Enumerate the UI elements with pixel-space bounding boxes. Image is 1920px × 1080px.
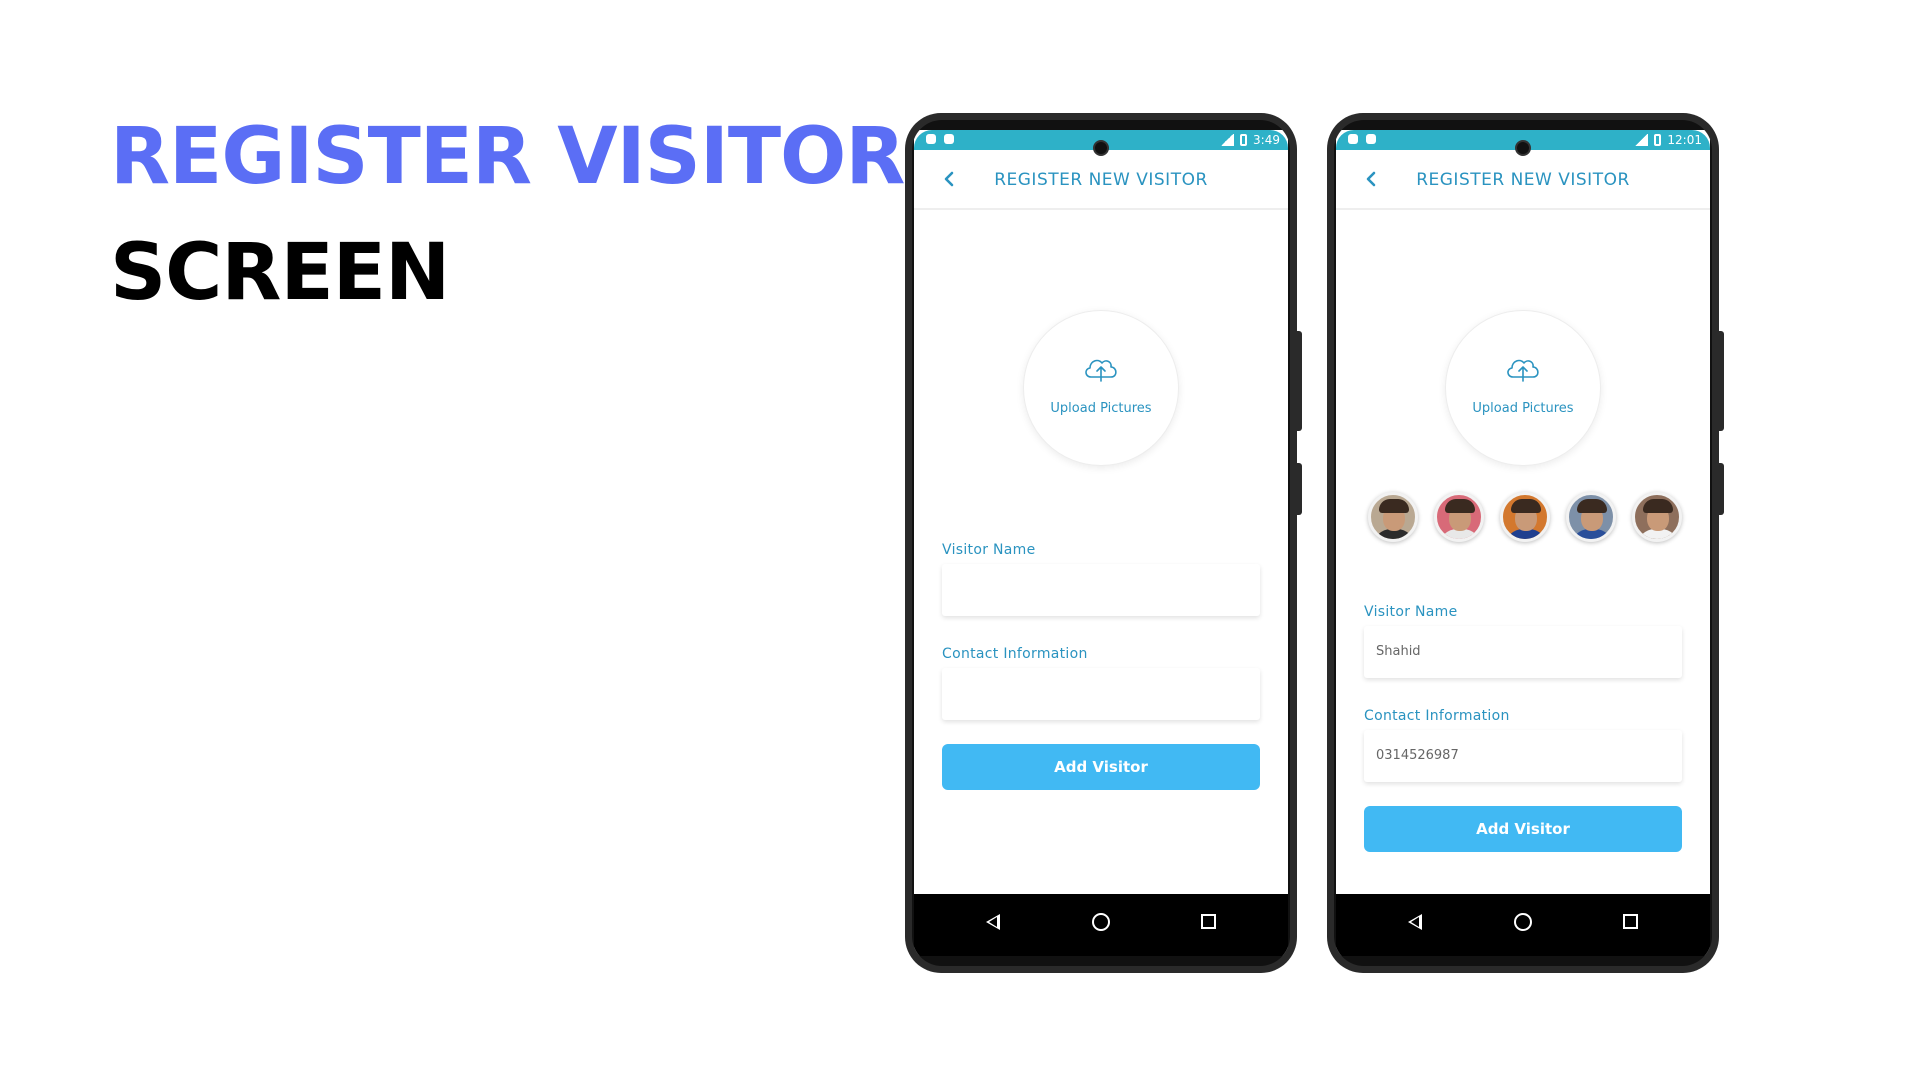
visitor-name-label: Visitor Name (1364, 604, 1458, 620)
signal-icon (1220, 134, 1235, 146)
phone-mockup-empty: 3:49 REGISTER NEW VISITOR Upload Picture… (905, 113, 1302, 973)
triangle-back-icon[interactable] (1408, 914, 1422, 930)
visitor-photo-thumbnail[interactable] (1566, 492, 1616, 542)
add-visitor-button[interactable]: Add Visitor (1364, 806, 1682, 852)
phone-screen: 12:01 REGISTER NEW VISITOR Upload Pictur… (1336, 130, 1710, 956)
square-recent-icon[interactable] (1623, 914, 1638, 929)
visitor-name-label: Visitor Name (942, 542, 1036, 558)
visitor-photo-thumbnail[interactable] (1368, 492, 1418, 542)
visitor-name-input[interactable] (942, 564, 1260, 616)
circle-home-icon[interactable] (1514, 913, 1532, 931)
contact-information-label: Contact Information (1364, 708, 1510, 724)
notification-icon (926, 134, 936, 144)
phone-bezel: 12:01 REGISTER NEW VISITOR Upload Pictur… (1334, 120, 1712, 966)
android-nav-bar (914, 894, 1288, 956)
contact-information-label: Contact Information (942, 646, 1088, 662)
volume-button (1296, 463, 1302, 515)
power-button (1296, 331, 1302, 431)
phone-bezel: 3:49 REGISTER NEW VISITOR Upload Picture… (912, 120, 1290, 966)
visitor-photo-thumbnail[interactable] (1632, 492, 1682, 542)
page-title: REGISTER NEW VISITOR (1416, 170, 1630, 190)
headline-title: REGISTER VISITOR (110, 112, 905, 202)
android-nav-bar (1336, 894, 1710, 956)
upload-pictures-button[interactable]: Upload Pictures (1445, 310, 1601, 466)
volume-button (1718, 463, 1724, 515)
status-time: 3:49 (1253, 133, 1280, 147)
contact-information-input[interactable] (942, 668, 1260, 720)
headline-subtitle: SCREEN (110, 228, 450, 318)
phone-mockup-filled: 12:01 REGISTER NEW VISITOR Upload Pictur… (1327, 113, 1724, 973)
status-time: 12:01 (1667, 133, 1702, 147)
battery-icon (1654, 134, 1662, 146)
page-title: REGISTER NEW VISITOR (994, 170, 1208, 190)
sd-card-icon (944, 134, 954, 144)
phone-screen: 3:49 REGISTER NEW VISITOR Upload Picture… (914, 130, 1288, 956)
visitor-photo-thumbnail[interactable] (1434, 492, 1484, 542)
visitor-name-input[interactable]: Shahid (1364, 626, 1682, 678)
app-bar: REGISTER NEW VISITOR (1336, 150, 1710, 210)
circle-home-icon[interactable] (1092, 913, 1110, 931)
signal-icon (1634, 134, 1649, 146)
upload-pictures-label: Upload Pictures (1472, 401, 1574, 416)
square-recent-icon[interactable] (1201, 914, 1216, 929)
upload-pictures-label: Upload Pictures (1050, 401, 1152, 416)
notification-icon (1348, 134, 1358, 144)
upload-pictures-button[interactable]: Upload Pictures (1023, 310, 1179, 466)
battery-icon (1240, 134, 1248, 146)
uploaded-pictures-row (1368, 492, 1690, 542)
sd-card-icon (1366, 134, 1376, 144)
app-bar: REGISTER NEW VISITOR (914, 150, 1288, 210)
cloud-upload-icon (1507, 359, 1539, 382)
power-button (1718, 331, 1724, 431)
contact-information-input[interactable]: 0314526987 (1364, 730, 1682, 782)
triangle-back-icon[interactable] (986, 914, 1000, 930)
add-visitor-button[interactable]: Add Visitor (942, 744, 1260, 790)
cloud-upload-icon (1085, 359, 1117, 382)
visitor-photo-thumbnail[interactable] (1500, 492, 1550, 542)
